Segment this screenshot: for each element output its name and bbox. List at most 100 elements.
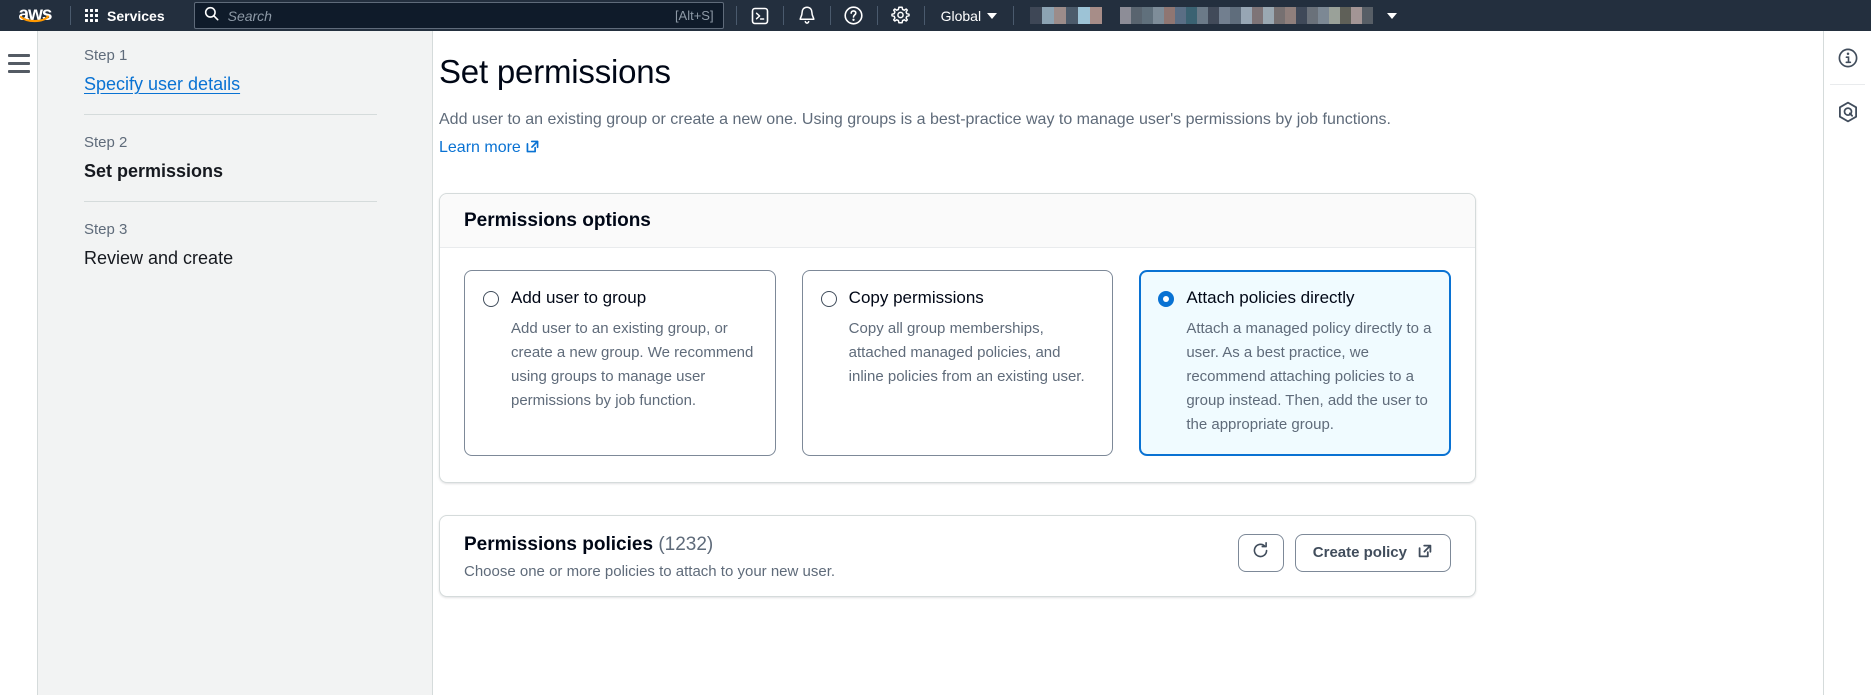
refresh-icon bbox=[1251, 541, 1270, 564]
radio-attach-policies-directly[interactable] bbox=[1158, 291, 1175, 307]
cloudshell-icon[interactable] bbox=[737, 0, 783, 31]
aws-logo-smile bbox=[19, 10, 50, 28]
create-policy-label: Create policy bbox=[1312, 544, 1407, 562]
redacted-block bbox=[1318, 7, 1330, 24]
create-policy-button[interactable]: Create policy bbox=[1294, 533, 1451, 572]
step-3-label-review-and-create: Review and create bbox=[84, 248, 234, 268]
redacted-block bbox=[1230, 7, 1242, 24]
redacted-block bbox=[1307, 7, 1319, 24]
option-label-copy-permissions: Copy permissions bbox=[848, 288, 984, 307]
redacted-block bbox=[1285, 7, 1297, 24]
right-utility-rail bbox=[1823, 31, 1871, 695]
permissions-options-header: Permissions options bbox=[440, 194, 1475, 248]
permissions-options-heading: Permissions options bbox=[464, 210, 651, 231]
global-search-box[interactable]: [Alt+S] bbox=[193, 2, 724, 29]
radio-add-user-to-group[interactable] bbox=[483, 291, 499, 307]
step-1-number: Step 1 bbox=[84, 47, 128, 64]
option-card-copy-permissions[interactable]: Copy permissions Copy all group membersh… bbox=[801, 270, 1114, 456]
redacted-block bbox=[1274, 7, 1286, 24]
redacted-block bbox=[1153, 7, 1165, 24]
redacted-block bbox=[1066, 7, 1079, 24]
permissions-policies-header: Permissions policies (1232) Choose one o… bbox=[440, 516, 1475, 596]
redacted-block bbox=[1263, 7, 1275, 24]
redacted-block bbox=[1030, 7, 1043, 24]
hamburger-icon[interactable] bbox=[7, 54, 30, 695]
account-menu-button[interactable] bbox=[1373, 0, 1409, 31]
step-2-label-set-permissions: Set permissions bbox=[84, 161, 224, 181]
permissions-policies-heading-text: Permissions policies bbox=[464, 533, 654, 555]
amazon-q-icon[interactable] bbox=[1824, 85, 1871, 138]
account-name-redacted[interactable] bbox=[1014, 0, 1103, 31]
region-label: Global bbox=[940, 7, 982, 24]
search-input[interactable] bbox=[227, 7, 666, 24]
permissions-policies-description: Choose one or more policies to attach to… bbox=[464, 562, 836, 580]
redacted-block bbox=[1078, 7, 1091, 24]
page-description: Add user to an existing group or create … bbox=[439, 106, 1429, 164]
learn-more-link[interactable]: Learn more bbox=[439, 139, 521, 156]
settings-gear-icon[interactable] bbox=[878, 0, 924, 31]
option-row: Add user to group bbox=[483, 287, 757, 310]
redacted-block bbox=[1120, 7, 1132, 24]
refresh-button[interactable] bbox=[1237, 533, 1284, 572]
redacted-block bbox=[1219, 7, 1231, 24]
nav-icon-group bbox=[737, 0, 924, 31]
redacted-block bbox=[1175, 7, 1187, 24]
wizard-step-3: Step 3 Review and create bbox=[84, 201, 377, 288]
wizard-steps-sidebar: Step 1 Specify user details Step 2 Set p… bbox=[38, 31, 433, 695]
search-shortcut-hint: [Alt+S] bbox=[674, 8, 714, 23]
redacted-block bbox=[1351, 7, 1363, 24]
chevron-down-icon bbox=[1387, 12, 1398, 19]
option-card-attach-policies-directly[interactable]: Attach policies directly Attach a manage… bbox=[1139, 270, 1452, 456]
redacted-block bbox=[1131, 7, 1143, 24]
external-link-icon bbox=[1417, 543, 1433, 563]
top-navigation-bar: aws Services [Alt+S] bbox=[0, 0, 1871, 31]
redacted-block bbox=[1340, 7, 1352, 24]
redacted-block bbox=[1252, 7, 1264, 24]
region-selector[interactable]: Global bbox=[925, 0, 1013, 31]
info-panel-icon[interactable] bbox=[1824, 31, 1871, 84]
redacted-block bbox=[1142, 7, 1154, 24]
redacted-block bbox=[1241, 7, 1253, 24]
option-row: Copy permissions bbox=[820, 287, 1095, 310]
permissions-policies-actions: Create policy bbox=[1237, 533, 1451, 572]
notifications-bell-icon[interactable] bbox=[784, 0, 830, 31]
search-icon bbox=[204, 6, 219, 26]
option-card-add-user-to-group[interactable]: Add user to group Add user to an existin… bbox=[464, 270, 776, 456]
option-label-add-user-to-group: Add user to group bbox=[511, 288, 647, 307]
option-description-copy-permissions: Copy all group memberships, attached man… bbox=[848, 319, 1085, 385]
aws-logo[interactable]: aws bbox=[0, 0, 70, 31]
redacted-block bbox=[1329, 7, 1341, 24]
option-label-attach-policies-directly: Attach policies directly bbox=[1186, 288, 1355, 307]
permissions-policies-heading: Permissions policies (1232) bbox=[464, 534, 835, 556]
wizard-step-2: Step 2 Set permissions bbox=[84, 114, 377, 201]
step-1-link-specify-user-details[interactable]: Specify user details bbox=[84, 74, 377, 95]
redacted-block bbox=[1186, 7, 1198, 24]
grid-menu-icon bbox=[85, 9, 98, 22]
redacted-block bbox=[1197, 7, 1209, 24]
redacted-block bbox=[1296, 7, 1308, 24]
permissions-policies-header-row: Permissions policies (1232) Choose one o… bbox=[464, 533, 1451, 580]
redacted-block bbox=[1164, 7, 1176, 24]
radio-copy-permissions[interactable] bbox=[820, 291, 837, 307]
permissions-policies-title-block: Permissions policies (1232) Choose one o… bbox=[464, 534, 835, 580]
chevron-down-icon bbox=[987, 12, 998, 19]
services-menu-button[interactable]: Services bbox=[71, 0, 179, 31]
page-description-text: Add user to an existing group or create … bbox=[439, 111, 1391, 128]
search-area: [Alt+S] bbox=[179, 0, 724, 31]
option-description-add-user-to-group: Add user to an existing group, or create… bbox=[511, 319, 754, 409]
services-menu-label: Services bbox=[107, 7, 165, 24]
main-content: Set permissions Add user to an existing … bbox=[434, 31, 1823, 695]
permissions-options-cards: Add user to group Add user to an existin… bbox=[440, 248, 1475, 482]
permissions-policies-count: (1232) bbox=[658, 533, 714, 555]
help-question-icon[interactable] bbox=[831, 0, 877, 31]
account-id-redacted[interactable] bbox=[1102, 0, 1374, 31]
step-2-number: Step 2 bbox=[84, 134, 128, 151]
redacted-block bbox=[1054, 7, 1067, 24]
permissions-options-container: Permissions options Add user to group Ad… bbox=[439, 193, 1476, 483]
redacted-block bbox=[1208, 7, 1220, 24]
page-title: Set permissions bbox=[439, 53, 671, 90]
wizard-step-1: Step 1 Specify user details bbox=[84, 47, 377, 114]
redacted-block bbox=[1042, 7, 1055, 24]
permissions-policies-container: Permissions policies (1232) Choose one o… bbox=[439, 514, 1476, 597]
step-3-number: Step 3 bbox=[84, 221, 128, 238]
